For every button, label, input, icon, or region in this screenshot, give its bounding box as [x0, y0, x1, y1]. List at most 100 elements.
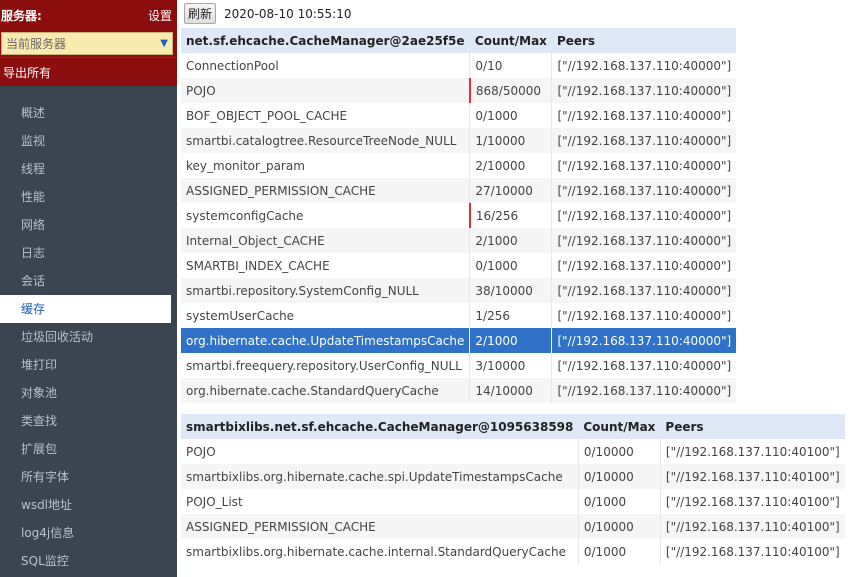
count-max-cell: 0/10000: [578, 464, 661, 489]
table-row[interactable]: SMARTBI_INDEX_CACHE 0/1000 ["//192.168.137…: [181, 253, 737, 278]
column-header: smartbixlibs.net.sf.ehcache.CacheManager…: [181, 414, 579, 439]
cache-table-smartbixlibs: smartbixlibs.net.sf.ehcache.CacheManager…: [181, 414, 845, 564]
server-select-wrap: 当前服务器 ▼: [0, 30, 177, 57]
sidebar-item[interactable]: 堆打印: [0, 351, 177, 379]
sidebar-item[interactable]: 扩展包: [0, 435, 177, 463]
table-row[interactable]: POJO 0/10000 ["//192.168.137.110:40100"]: [181, 439, 845, 464]
column-header: Peers: [660, 414, 845, 439]
cache-name-cell: systemconfigCache: [181, 203, 471, 228]
count-max-cell: 0/1000: [469, 103, 553, 128]
table-row[interactable]: smartbixlibs.org.hibernate.cache.spi.Upd…: [181, 464, 845, 489]
column-header: Peers: [551, 28, 737, 53]
table-header-row: net.sf.ehcache.CacheManager@2ae25f5e Coun…: [181, 28, 737, 53]
table-row[interactable]: POJO_List 0/1000 ["//192.168.137.110:40100…: [181, 489, 845, 514]
peers-cell: ["//192.168.137.110:40000"]: [551, 178, 737, 203]
server-select[interactable]: 当前服务器 ▼: [1, 32, 173, 55]
sidebar-item[interactable]: 线程: [0, 155, 177, 183]
table-row[interactable]: smartbi.repository.SystemConfig_NULL 38/1…: [181, 278, 737, 303]
sidebar-item[interactable]: 类查找: [0, 407, 177, 435]
sidebar-item[interactable]: 日志: [0, 239, 177, 267]
table-row[interactable]: key_monitor_param 2/10000 ["//192.168.137.…: [181, 153, 737, 178]
peers-cell: ["//192.168.137.110:40000"]: [551, 303, 737, 328]
main-content: 刷新 2020-08-10 10:55:10 net.sf.ehcache.Ca…: [177, 0, 851, 577]
table-row[interactable]: Internal_Object_CACHE 2/1000 ["//192.168.1…: [181, 228, 737, 253]
sidebar-item[interactable]: 会话: [0, 267, 177, 295]
sidebar-item[interactable]: 监视: [0, 127, 177, 155]
peers-cell: ["//192.168.137.110:40000"]: [551, 328, 737, 353]
export-all-button[interactable]: 导出所有: [0, 57, 177, 86]
sidebar-item[interactable]: SQL监控: [0, 547, 177, 575]
sidebar-item[interactable]: 网络: [0, 211, 177, 239]
sidebar-item[interactable]: 所有字体: [0, 463, 177, 491]
sidebar-item[interactable]: 缓存: [0, 295, 171, 323]
count-max-cell: 1/10000: [469, 128, 553, 153]
sidebar-item[interactable]: 对象池: [0, 379, 177, 407]
server-header: 服务器: 设置: [0, 0, 177, 30]
count-max-cell: 0/1000: [469, 253, 553, 278]
cache-name-cell: BOF_OBJECT_POOL_CACHE: [181, 103, 471, 128]
cache-name-cell: org.hibernate.cache.StandardQueryCache: [181, 378, 471, 403]
sidebar-item[interactable]: 概述: [0, 99, 177, 127]
cache-name-cell: smartbi.freequery.repository.UserConfig_…: [181, 353, 471, 378]
table-row[interactable]: smartbixlibs.org.hibernate.cache.interna…: [181, 539, 845, 564]
cache-name-cell: smartbixlibs.org.hibernate.cache.spi.Upd…: [181, 464, 579, 489]
peers-cell: ["//192.168.137.110:40100"]: [660, 539, 845, 564]
peers-cell: ["//192.168.137.110:40000"]: [551, 253, 737, 278]
sidebar-item[interactable]: wsdl地址: [0, 491, 177, 519]
count-max-cell: 0/10000: [578, 439, 661, 464]
toolbar: 刷新 2020-08-10 10:55:10: [184, 3, 351, 24]
count-max-cell: 0/10000: [578, 514, 661, 539]
sidebar-item[interactable]: 性能: [0, 183, 177, 211]
table-row[interactable]: POJO 868/50000 ["//192.168.137.110:40000"]: [181, 78, 737, 103]
count-max-cell: 2/1000: [469, 228, 553, 253]
cache-name-cell: smartbi.catalogtree.ResourceTreeNode_NUL…: [181, 128, 471, 153]
count-max-cell: 38/10000: [469, 278, 553, 303]
count-max-cell: 27/10000: [469, 178, 553, 203]
peers-cell: ["//192.168.137.110:40000"]: [551, 278, 737, 303]
count-max-cell: 3/10000: [469, 353, 553, 378]
table-row[interactable]: ASSIGNED_PERMISSION_CACHE 27/10000 ["//192…: [181, 178, 737, 203]
sidebar-item[interactable]: log4j信息: [0, 519, 177, 547]
cache-name-cell: smartbixlibs.org.hibernate.cache.interna…: [181, 539, 579, 564]
cache-name-cell: key_monitor_param: [181, 153, 471, 178]
cache-name-cell: ASSIGNED_PERMISSION_CACHE: [181, 514, 579, 539]
sidebar-item[interactable]: 垃圾回收活动: [0, 323, 177, 351]
peers-cell: ["//192.168.137.110:40100"]: [660, 464, 845, 489]
cache-name-cell: org.hibernate.cache.UpdateTimestampsCach…: [181, 328, 471, 353]
cache-name-cell: Internal_Object_CACHE: [181, 228, 471, 253]
table-row[interactable]: smartbi.freequery.repository.UserConfig_…: [181, 353, 737, 378]
table-row[interactable]: systemconfigCache 16/256 ["//192.168.137.1…: [181, 203, 737, 228]
count-max-cell: 2/1000: [469, 328, 553, 353]
peers-cell: ["//192.168.137.110:40000"]: [551, 53, 737, 78]
refresh-button[interactable]: 刷新: [184, 3, 217, 24]
column-header: net.sf.ehcache.CacheManager@2ae25f5e: [181, 28, 470, 53]
table-row[interactable]: ASSIGNED_PERMISSION_CACHE 0/10000 ["//192.…: [181, 514, 845, 539]
settings-link[interactable]: 设置: [148, 7, 172, 24]
table-header-row: smartbixlibs.net.sf.ehcache.CacheManager…: [181, 414, 845, 439]
table-row[interactable]: systemUserCache 1/256 ["//192.168.137.110:…: [181, 303, 737, 328]
peers-cell: ["//192.168.137.110:40000"]: [551, 378, 737, 403]
cache-name-cell: ASSIGNED_PERMISSION_CACHE: [181, 178, 471, 203]
count-max-cell: 2/10000: [469, 153, 553, 178]
table-row[interactable]: BOF_OBJECT_POOL_CACHE 0/1000 ["//192.168.1…: [181, 103, 737, 128]
peers-cell: ["//192.168.137.110:40100"]: [660, 439, 845, 464]
cache-name-cell: systemUserCache: [181, 303, 471, 328]
count-max-cell: 0/1000: [578, 539, 661, 564]
count-max-cell: 14/10000: [469, 378, 553, 403]
peers-cell: ["//192.168.137.110:40000"]: [551, 103, 737, 128]
table-row[interactable]: smartbi.catalogtree.ResourceTreeNode_NUL…: [181, 128, 737, 153]
peers-cell: ["//192.168.137.110:40000"]: [551, 128, 737, 153]
chevron-down-icon: ▼: [160, 38, 168, 49]
table-row[interactable]: org.hibernate.cache.UpdateTimestampsCach…: [181, 328, 737, 353]
table-row[interactable]: org.hibernate.cache.StandardQueryCache 14…: [181, 378, 737, 403]
server-title: 服务器:: [1, 8, 42, 23]
cache-table-primary: net.sf.ehcache.CacheManager@2ae25f5e Coun…: [181, 28, 737, 403]
column-header: Count/Max: [578, 414, 661, 439]
cache-name-cell: ConnectionPool: [181, 53, 471, 78]
cache-name-cell: POJO: [181, 78, 471, 103]
column-header: Count/Max: [469, 28, 552, 53]
table-row[interactable]: ConnectionPool 0/10 ["//192.168.137.110:40…: [181, 53, 737, 78]
cache-name-cell: POJO: [181, 439, 579, 464]
peers-cell: ["//192.168.137.110:40000"]: [551, 153, 737, 178]
peers-cell: ["//192.168.137.110:40000"]: [551, 203, 737, 228]
